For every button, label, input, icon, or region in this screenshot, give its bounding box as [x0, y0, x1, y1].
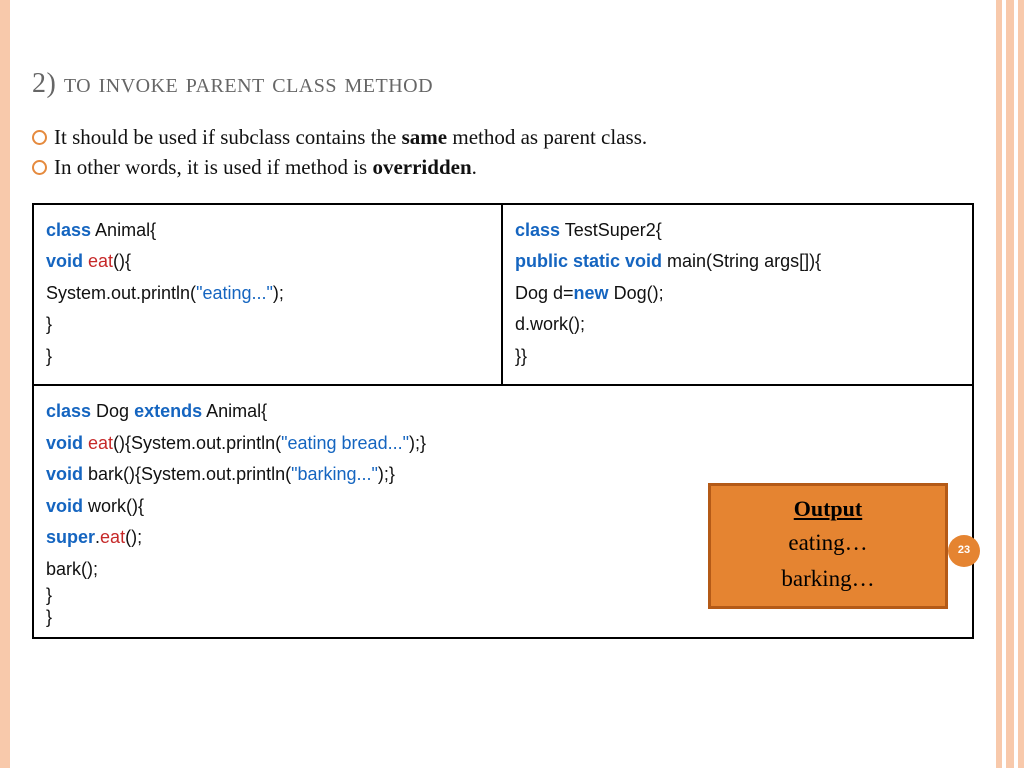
left-border-stripe	[0, 0, 10, 768]
bullet-2: In other words, it is used if method is …	[32, 152, 974, 182]
code-line: class Dog extends Animal{	[46, 396, 960, 428]
bullet-2-post: .	[472, 155, 477, 179]
title-text: to invoke parent class method	[56, 68, 433, 99]
bullet-2-pre: In other words, it is used if method is	[54, 155, 372, 179]
output-label: Output	[719, 494, 937, 524]
code-box-testsuper: class TestSuper2{ public static void mai…	[503, 205, 972, 385]
slide-title: 2) to invoke parent class method	[32, 68, 974, 100]
code-line: }	[46, 607, 960, 629]
bullet-list: It should be used if subclass contains t…	[32, 122, 974, 183]
output-box: Output eating… barking…	[708, 483, 948, 609]
code-box-dog: class Dog extends Animal{ void eat(){Sys…	[32, 386, 974, 638]
code-line: class TestSuper2{	[515, 215, 960, 247]
code-line: }	[46, 341, 489, 373]
title-number: 2)	[32, 68, 56, 99]
slide-content: 2) to invoke parent class method It shou…	[10, 0, 996, 768]
code-line: void eat(){System.out.println("eating br…	[46, 428, 960, 460]
code-line: public static void main(String args[]){	[515, 246, 960, 278]
code-line: }	[46, 309, 489, 341]
output-line-2: barking…	[719, 563, 937, 594]
code-grid-top: class Animal{ void eat(){ System.out.pri…	[32, 203, 974, 387]
right-border-stripe-inner	[1006, 0, 1014, 768]
code-line: System.out.println("eating...");	[46, 278, 489, 310]
code-line: Dog d=new Dog();	[515, 278, 960, 310]
bullet-2-bold: overridden	[372, 155, 471, 179]
bullet-1-post: method as parent class.	[447, 125, 647, 149]
code-box-animal: class Animal{ void eat(){ System.out.pri…	[34, 205, 503, 385]
bullet-1: It should be used if subclass contains t…	[32, 122, 974, 152]
bullet-1-bold: same	[402, 125, 448, 149]
code-line: void eat(){	[46, 246, 489, 278]
output-line-1: eating…	[719, 527, 937, 558]
code-line: class Animal{	[46, 215, 489, 247]
code-line: }}	[515, 341, 960, 373]
bullet-1-pre: It should be used if subclass contains t…	[54, 125, 402, 149]
page-number: 23	[958, 541, 970, 560]
page-number-badge: 23	[948, 535, 980, 567]
code-line: d.work();	[515, 309, 960, 341]
